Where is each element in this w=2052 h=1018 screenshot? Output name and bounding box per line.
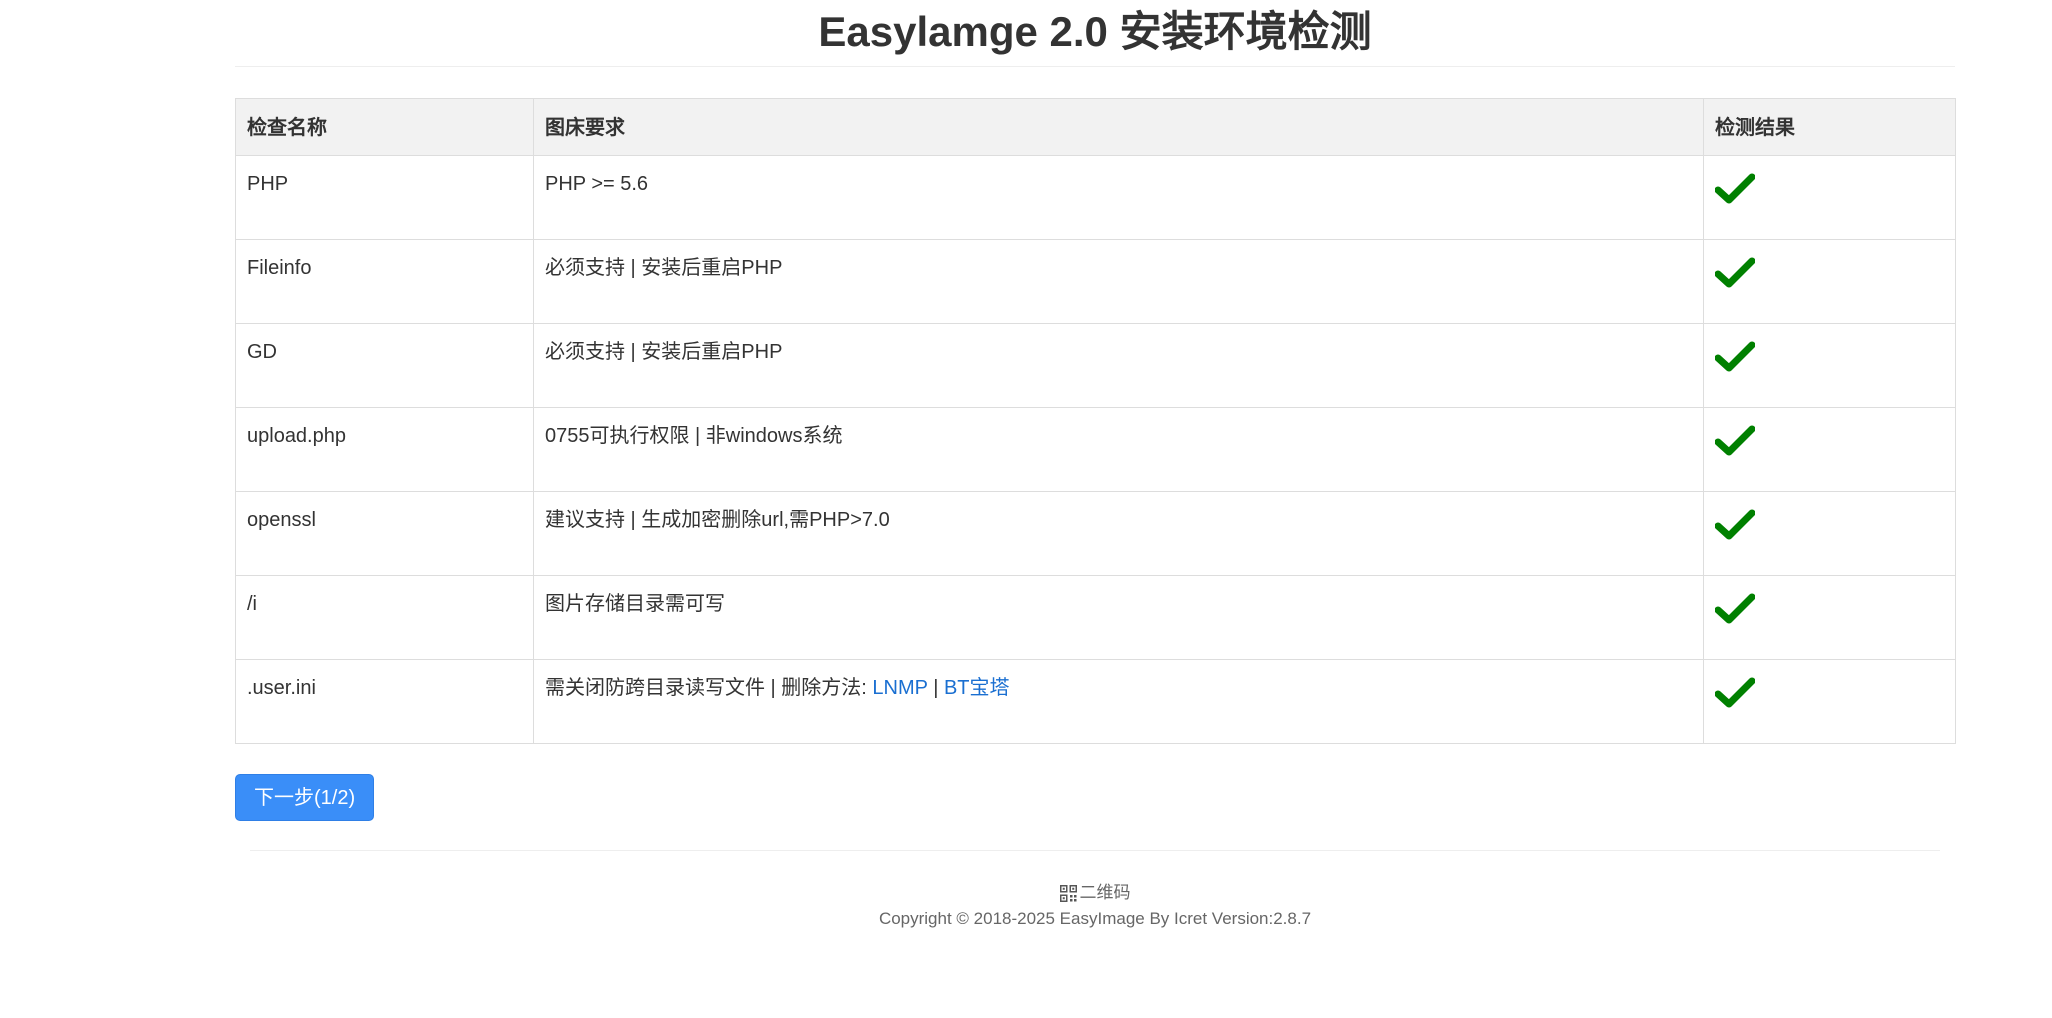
result-cell <box>1703 659 1956 744</box>
requirement-cell: 必须支持 | 安装后重启PHP <box>533 323 1704 408</box>
checkmark-icon <box>1715 593 1755 624</box>
main-container: Easylamge 2.0 安装环境检测 检查名称 图床要求 检测结果 PHP … <box>235 0 1956 931</box>
result-cell <box>1703 491 1956 576</box>
check-name-cell: openssl <box>235 491 534 576</box>
environment-check-table: 检查名称 图床要求 检测结果 PHP PHP >= 5.6 Fileinfo 必… <box>235 98 1956 744</box>
footer-divider <box>250 850 1940 851</box>
qrcode-link[interactable]: 二维码 <box>235 881 1955 905</box>
checkmark-icon <box>1715 341 1755 372</box>
result-cell <box>1703 323 1956 408</box>
footer: 二维码 Copyright © 2018-2025 EasyImage By I… <box>235 881 1955 931</box>
column-header-requirement: 图床要求 <box>533 98 1704 156</box>
table-row: PHP PHP >= 5.6 <box>235 155 1956 240</box>
checkmark-icon <box>1715 677 1755 708</box>
table-row: upload.php 0755可执行权限 | 非windows系统 <box>235 407 1956 492</box>
qrcode-label: 二维码 <box>1079 883 1131 902</box>
check-name-cell: Fileinfo <box>235 239 534 324</box>
requirement-cell: PHP >= 5.6 <box>533 155 1704 240</box>
table-row: GD 必须支持 | 安装后重启PHP <box>235 323 1956 408</box>
table-row: .user.ini 需关闭防跨目录读写文件 | 删除方法: LNMP | BT宝… <box>235 659 1956 744</box>
check-name-cell: upload.php <box>235 407 534 492</box>
table-row: /i 图片存储目录需可写 <box>235 575 1956 660</box>
requirement-cell: 0755可执行权限 | 非windows系统 <box>533 407 1704 492</box>
check-name-cell: .user.ini <box>235 659 534 744</box>
requirement-cell: 需关闭防跨目录读写文件 | 删除方法: LNMP | BT宝塔 <box>533 659 1704 744</box>
requirement-text: 需关闭防跨目录读写文件 | 删除方法: <box>545 677 873 699</box>
check-name-cell: PHP <box>235 155 534 240</box>
result-cell <box>1703 407 1956 492</box>
link-separator: | <box>927 677 944 699</box>
table-row: Fileinfo 必须支持 | 安装后重启PHP <box>235 239 1956 324</box>
checkmark-icon <box>1715 173 1755 204</box>
copyright-text: Copyright © 2018-2025 EasyImage By Icret… <box>878 909 1312 928</box>
bt-panel-link[interactable]: BT宝塔 <box>944 677 1010 699</box>
checkmark-icon <box>1715 425 1755 456</box>
check-name-cell: GD <box>235 323 534 408</box>
checkmark-icon <box>1715 509 1755 540</box>
checkmark-icon <box>1715 257 1755 288</box>
table-header-row: 检查名称 图床要求 检测结果 <box>235 98 1956 156</box>
column-header-result: 检测结果 <box>1703 98 1956 156</box>
requirement-cell: 必须支持 | 安装后重启PHP <box>533 239 1704 324</box>
result-cell <box>1703 575 1956 660</box>
requirement-cell: 建议支持 | 生成加密删除url,需PHP>7.0 <box>533 491 1704 576</box>
table-row: openssl 建议支持 | 生成加密删除url,需PHP>7.0 <box>235 491 1956 576</box>
result-cell <box>1703 155 1956 240</box>
lnmp-link[interactable]: LNMP <box>872 677 927 699</box>
check-name-cell: /i <box>235 575 534 660</box>
qrcode-icon <box>1059 884 1077 902</box>
result-cell <box>1703 239 1956 324</box>
column-header-check-name: 检查名称 <box>235 98 534 156</box>
requirement-cell: 图片存储目录需可写 <box>533 575 1704 660</box>
page-title: Easylamge 2.0 安装环境检测 <box>235 0 1955 67</box>
next-step-button[interactable]: 下一步(1/2) <box>235 774 375 821</box>
